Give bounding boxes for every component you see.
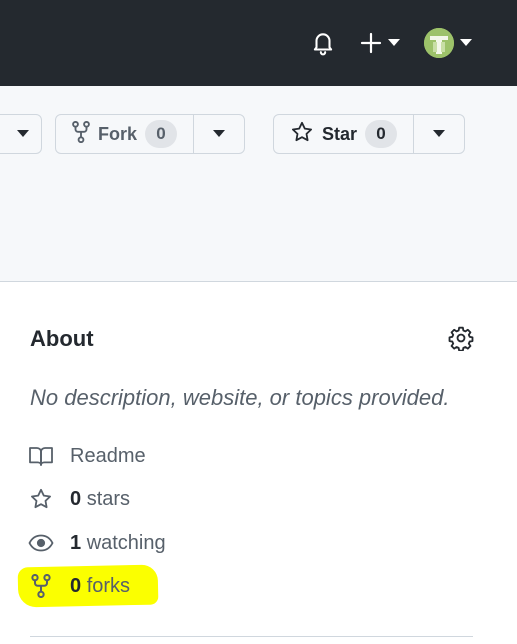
plus-icon[interactable] [356, 28, 386, 58]
fork-button[interactable]: Fork 0 [56, 115, 195, 153]
fork-label: Fork [98, 123, 138, 144]
watching-link[interactable]: 1 watching [28, 530, 166, 556]
watch-dropdown-button[interactable] [0, 114, 42, 154]
star-icon [290, 120, 314, 149]
stars-stat: 0 stars [70, 488, 130, 511]
repo-description: No description, website, or topics provi… [30, 385, 450, 410]
triangle-down-icon [213, 130, 226, 137]
star-count: 0 [365, 120, 398, 148]
section-divider [30, 636, 473, 637]
star-icon [28, 486, 54, 512]
gear-icon[interactable] [448, 325, 474, 352]
stars-link[interactable]: 0 stars [28, 486, 130, 512]
star-dropdown-button[interactable] [414, 115, 464, 153]
bell-icon[interactable] [308, 28, 338, 58]
star-label: Star [322, 123, 358, 144]
watching-count: 1 [70, 531, 82, 554]
star-button[interactable]: Star 0 [274, 115, 415, 153]
forks-stat: 0 forks [70, 575, 130, 598]
eye-icon [28, 530, 54, 556]
readme-link[interactable]: Readme [28, 443, 146, 469]
stars-count: 0 [70, 487, 82, 510]
triangle-down-icon[interactable] [458, 36, 474, 50]
repo-forked-icon [72, 120, 90, 148]
triangle-down-icon [17, 130, 29, 137]
watching-label: watching [86, 531, 166, 554]
readme-label: Readme [70, 444, 146, 467]
user-avatar[interactable] [424, 28, 454, 58]
forks-count: 0 [70, 574, 82, 597]
stars-label: stars [86, 487, 131, 510]
triangle-down-icon[interactable] [386, 36, 402, 50]
repo-forked-icon [28, 573, 54, 599]
about-heading: About [30, 326, 94, 351]
fork-button-group: Fork 0 [55, 114, 246, 154]
forks-label: forks [86, 574, 131, 597]
watching-stat: 1 watching [70, 532, 166, 555]
fork-dropdown-button[interactable] [194, 115, 244, 153]
global-header [0, 0, 517, 86]
book-icon [28, 443, 54, 469]
star-button-group: Star 0 [273, 114, 466, 154]
triangle-down-icon [433, 130, 446, 137]
fork-count: 0 [145, 120, 178, 148]
forks-link[interactable]: 0 forks [28, 573, 130, 599]
